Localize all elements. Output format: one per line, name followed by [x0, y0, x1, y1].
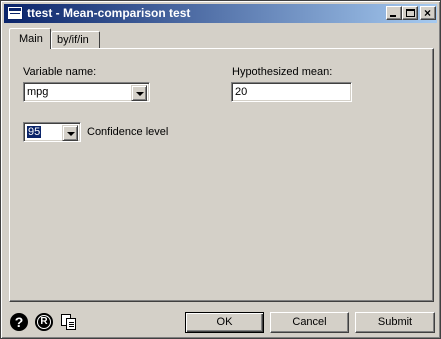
chevron-down-icon[interactable] [131, 85, 147, 101]
copy-icon[interactable] [59, 312, 79, 332]
tab-by-if-in-label: by/if/in [57, 34, 89, 46]
confidence-level-dropdown[interactable]: 95 [23, 122, 81, 142]
close-icon: × [424, 6, 432, 20]
app-window-icon[interactable] [7, 6, 23, 20]
minimize-button[interactable] [386, 6, 402, 20]
dialog-window: ttest - Mean-comparison test × Main by/i… [0, 0, 441, 339]
help-icon-glyph: ? [14, 314, 24, 330]
hypothesized-mean-label: Hypothesized mean: [232, 66, 333, 78]
tab-main-label: Main [19, 33, 43, 45]
copy-icon-front-page [66, 318, 76, 330]
maximize-icon [406, 9, 415, 17]
tab-by-if-in[interactable]: by/if/in [51, 31, 100, 48]
hypothesized-mean-value: 20 [235, 86, 248, 98]
variable-name-value: mpg [27, 86, 49, 98]
main-tab-panel: Variable name: mpg Hypothesized mean: 20… [9, 48, 434, 302]
variable-name-dropdown[interactable]: mpg [23, 82, 150, 102]
ok-button[interactable]: OK [185, 312, 264, 333]
variable-name-label: Variable name: [23, 66, 97, 78]
confidence-level-value: 95 [27, 126, 42, 138]
close-button[interactable]: × [420, 6, 436, 20]
window-title: ttest - Mean-comparison test [27, 6, 191, 20]
chevron-down-icon[interactable] [62, 125, 78, 141]
help-icon[interactable]: ? [9, 312, 29, 332]
confidence-level-label: Confidence level [87, 126, 169, 138]
cancel-button[interactable]: Cancel [270, 312, 349, 333]
minimize-icon [390, 15, 396, 17]
title-bar[interactable]: ttest - Mean-comparison test × [4, 4, 437, 23]
reset-icon-glyph: R [40, 316, 48, 327]
hypothesized-mean-input[interactable]: 20 [231, 82, 352, 102]
tab-main[interactable]: Main [9, 28, 51, 49]
reset-icon[interactable]: R [34, 312, 54, 332]
maximize-button[interactable] [402, 6, 418, 20]
submit-button[interactable]: Submit [355, 312, 435, 333]
